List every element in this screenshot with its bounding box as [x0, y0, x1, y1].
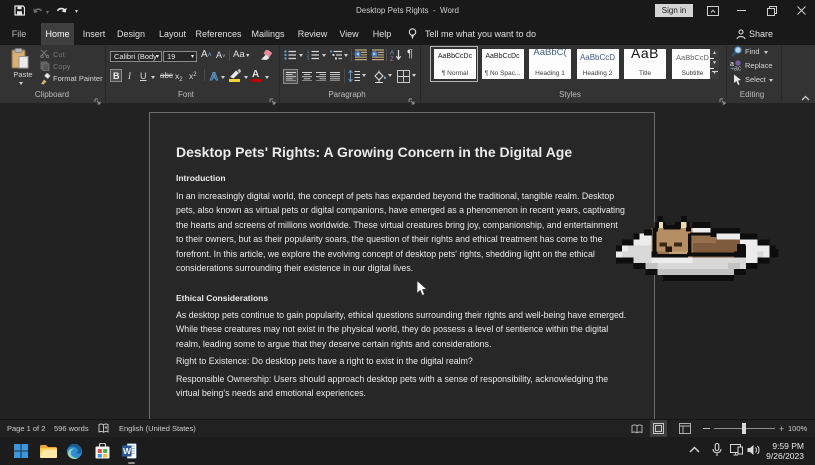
svg-text:W: W [123, 446, 132, 456]
